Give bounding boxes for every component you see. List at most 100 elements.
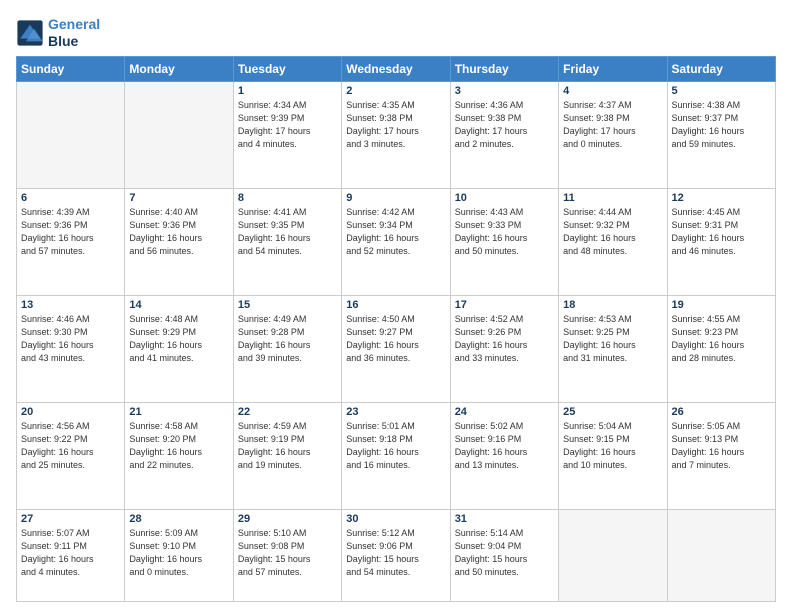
day-number: 29	[238, 513, 337, 525]
calendar-cell: 18 Sunrise: 4:53 AM Sunset: 9:25 PM Dayli…	[559, 295, 667, 402]
day-info: Sunrise: 4:36 AM Sunset: 9:38 PM Dayligh…	[455, 99, 554, 151]
day-info: Sunrise: 4:45 AM Sunset: 9:31 PM Dayligh…	[672, 206, 771, 258]
day-number: 24	[455, 406, 554, 418]
day-number: 3	[455, 85, 554, 97]
day-info: Sunrise: 5:01 AM Sunset: 9:18 PM Dayligh…	[346, 420, 445, 472]
calendar-cell: 1 Sunrise: 4:34 AM Sunset: 9:39 PM Daylig…	[233, 81, 341, 188]
calendar-cell: 2 Sunrise: 4:35 AM Sunset: 9:38 PM Daylig…	[342, 81, 450, 188]
day-info: Sunrise: 4:46 AM Sunset: 9:30 PM Dayligh…	[21, 313, 120, 365]
day-number: 27	[21, 513, 120, 525]
day-info: Sunrise: 4:40 AM Sunset: 9:36 PM Dayligh…	[129, 206, 228, 258]
day-info: Sunrise: 4:41 AM Sunset: 9:35 PM Dayligh…	[238, 206, 337, 258]
calendar-cell	[667, 509, 775, 601]
calendar-cell: 23 Sunrise: 5:01 AM Sunset: 9:18 PM Dayli…	[342, 402, 450, 509]
header: General Blue	[16, 16, 776, 50]
day-number: 31	[455, 513, 554, 525]
day-number: 23	[346, 406, 445, 418]
calendar-cell: 27 Sunrise: 5:07 AM Sunset: 9:11 PM Dayli…	[17, 509, 125, 601]
day-info: Sunrise: 4:48 AM Sunset: 9:29 PM Dayligh…	[129, 313, 228, 365]
calendar-cell: 7 Sunrise: 4:40 AM Sunset: 9:36 PM Daylig…	[125, 188, 233, 295]
day-number: 8	[238, 192, 337, 204]
calendar-week-row: 20Sunrise: 4:56 AM Sunset: 9:22 PM Dayli…	[17, 402, 776, 509]
day-number: 2	[346, 85, 445, 97]
calendar-cell: 16 Sunrise: 4:50 AM Sunset: 9:27 PM Dayli…	[342, 295, 450, 402]
day-number: 9	[346, 192, 445, 204]
logo-text: General Blue	[48, 16, 100, 50]
day-info: Sunrise: 4:56 AM Sunset: 9:22 PM Dayligh…	[21, 420, 120, 472]
day-number: 25	[563, 406, 662, 418]
day-info: Sunrise: 4:37 AM Sunset: 9:38 PM Dayligh…	[563, 99, 662, 151]
day-header-monday: Monday	[125, 56, 233, 81]
day-number: 1	[238, 85, 337, 97]
calendar-table: SundayMondayTuesdayWednesdayThursdayFrid…	[16, 56, 776, 602]
calendar-cell: 22Sunrise: 4:59 AM Sunset: 9:19 PM Dayli…	[233, 402, 341, 509]
calendar-week-row: 1 Sunrise: 4:34 AM Sunset: 9:39 PM Daylig…	[17, 81, 776, 188]
day-number: 11	[563, 192, 662, 204]
logo-line1: General	[48, 16, 100, 33]
day-number: 28	[129, 513, 228, 525]
day-number: 12	[672, 192, 771, 204]
calendar-header-row: SundayMondayTuesdayWednesdayThursdayFrid…	[17, 56, 776, 81]
calendar-cell: 9 Sunrise: 4:42 AM Sunset: 9:34 PM Daylig…	[342, 188, 450, 295]
day-number: 7	[129, 192, 228, 204]
calendar-cell: 20Sunrise: 4:56 AM Sunset: 9:22 PM Dayli…	[17, 402, 125, 509]
logo-line2: Blue	[48, 33, 100, 50]
day-number: 4	[563, 85, 662, 97]
day-info: Sunrise: 4:34 AM Sunset: 9:39 PM Dayligh…	[238, 99, 337, 151]
day-info: Sunrise: 5:04 AM Sunset: 9:15 PM Dayligh…	[563, 420, 662, 472]
day-info: Sunrise: 4:35 AM Sunset: 9:38 PM Dayligh…	[346, 99, 445, 151]
day-info: Sunrise: 4:38 AM Sunset: 9:37 PM Dayligh…	[672, 99, 771, 151]
calendar-cell: 13Sunrise: 4:46 AM Sunset: 9:30 PM Dayli…	[17, 295, 125, 402]
day-info: Sunrise: 4:55 AM Sunset: 9:23 PM Dayligh…	[672, 313, 771, 365]
day-header-thursday: Thursday	[450, 56, 558, 81]
day-info: Sunrise: 4:44 AM Sunset: 9:32 PM Dayligh…	[563, 206, 662, 258]
calendar-cell: 30 Sunrise: 5:12 AM Sunset: 9:06 PM Dayli…	[342, 509, 450, 601]
day-number: 16	[346, 299, 445, 311]
calendar-cell: 8 Sunrise: 4:41 AM Sunset: 9:35 PM Daylig…	[233, 188, 341, 295]
day-info: Sunrise: 4:42 AM Sunset: 9:34 PM Dayligh…	[346, 206, 445, 258]
day-info: Sunrise: 5:09 AM Sunset: 9:10 PM Dayligh…	[129, 527, 228, 579]
calendar-week-row: 6Sunrise: 4:39 AM Sunset: 9:36 PM Daylig…	[17, 188, 776, 295]
day-header-tuesday: Tuesday	[233, 56, 341, 81]
day-header-friday: Friday	[559, 56, 667, 81]
day-number: 15	[238, 299, 337, 311]
day-number: 18	[563, 299, 662, 311]
day-header-sunday: Sunday	[17, 56, 125, 81]
calendar-cell: 28 Sunrise: 5:09 AM Sunset: 9:10 PM Dayli…	[125, 509, 233, 601]
calendar-cell	[17, 81, 125, 188]
day-info: Sunrise: 5:05 AM Sunset: 9:13 PM Dayligh…	[672, 420, 771, 472]
calendar-cell: 29 Sunrise: 5:10 AM Sunset: 9:08 PM Dayli…	[233, 509, 341, 601]
calendar-week-row: 27 Sunrise: 5:07 AM Sunset: 9:11 PM Dayli…	[17, 509, 776, 601]
day-number: 5	[672, 85, 771, 97]
calendar-cell: 12 Sunrise: 4:45 AM Sunset: 9:31 PM Dayli…	[667, 188, 775, 295]
day-number: 6	[21, 192, 120, 204]
day-number: 21	[129, 406, 228, 418]
day-info: Sunrise: 5:12 AM Sunset: 9:06 PM Dayligh…	[346, 527, 445, 579]
day-number: 30	[346, 513, 445, 525]
day-number: 26	[672, 406, 771, 418]
logo: General Blue	[16, 16, 100, 50]
day-info: Sunrise: 4:50 AM Sunset: 9:27 PM Dayligh…	[346, 313, 445, 365]
calendar-cell: 21Sunrise: 4:58 AM Sunset: 9:20 PM Dayli…	[125, 402, 233, 509]
day-header-saturday: Saturday	[667, 56, 775, 81]
calendar-cell: 3 Sunrise: 4:36 AM Sunset: 9:38 PM Daylig…	[450, 81, 558, 188]
day-info: Sunrise: 4:49 AM Sunset: 9:28 PM Dayligh…	[238, 313, 337, 365]
calendar-cell: 15 Sunrise: 4:49 AM Sunset: 9:28 PM Dayli…	[233, 295, 341, 402]
calendar-cell: 19 Sunrise: 4:55 AM Sunset: 9:23 PM Dayli…	[667, 295, 775, 402]
calendar-cell: 6Sunrise: 4:39 AM Sunset: 9:36 PM Daylig…	[17, 188, 125, 295]
day-info: Sunrise: 5:07 AM Sunset: 9:11 PM Dayligh…	[21, 527, 120, 579]
calendar-cell: 14Sunrise: 4:48 AM Sunset: 9:29 PM Dayli…	[125, 295, 233, 402]
day-info: Sunrise: 4:43 AM Sunset: 9:33 PM Dayligh…	[455, 206, 554, 258]
day-info: Sunrise: 5:02 AM Sunset: 9:16 PM Dayligh…	[455, 420, 554, 472]
calendar-cell: 4 Sunrise: 4:37 AM Sunset: 9:38 PM Daylig…	[559, 81, 667, 188]
day-number: 17	[455, 299, 554, 311]
calendar-week-row: 13Sunrise: 4:46 AM Sunset: 9:30 PM Dayli…	[17, 295, 776, 402]
day-number: 19	[672, 299, 771, 311]
calendar-cell: 10Sunrise: 4:43 AM Sunset: 9:33 PM Dayli…	[450, 188, 558, 295]
day-info: Sunrise: 4:53 AM Sunset: 9:25 PM Dayligh…	[563, 313, 662, 365]
logo-icon	[16, 19, 44, 47]
calendar-cell: 11 Sunrise: 4:44 AM Sunset: 9:32 PM Dayli…	[559, 188, 667, 295]
day-info: Sunrise: 5:10 AM Sunset: 9:08 PM Dayligh…	[238, 527, 337, 579]
calendar-cell: 17Sunrise: 4:52 AM Sunset: 9:26 PM Dayli…	[450, 295, 558, 402]
day-header-wednesday: Wednesday	[342, 56, 450, 81]
